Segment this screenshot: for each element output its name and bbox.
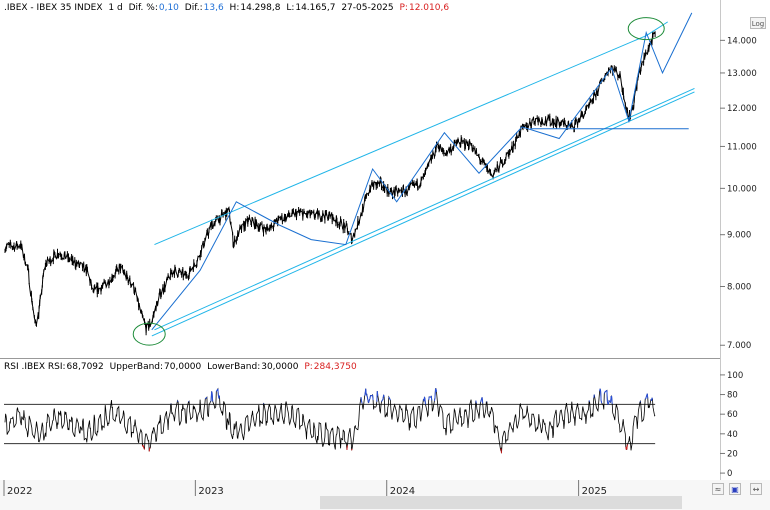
y-tick-label: 12.000 (727, 104, 757, 114)
date-label: 27-05-2025 (341, 3, 394, 13)
rsi-tick-label: 100 (727, 371, 743, 381)
dif-pct-value: 0,10 (158, 3, 179, 13)
upper-band-value: 70,0000 (164, 362, 202, 372)
scroll-thumb (320, 496, 682, 509)
y-tick-label: 7.000 (727, 341, 751, 351)
upper-channel-line (154, 35, 647, 246)
lower-band-value: 30,0000 (261, 362, 299, 372)
price-axis: 7.000 8.000 9.000 10.000 11.000 12.000 13.000 1… (720, 36, 757, 351)
trend-annotations (132, 12, 695, 346)
year-label: 2025 (582, 486, 607, 497)
rsi-p-label: P: (304, 362, 313, 372)
dif-value: 13,6 (203, 3, 224, 13)
y-tick-label: 13.000 (727, 69, 757, 79)
rsi-tick-label: 40 (727, 430, 738, 440)
price-header: .IBEX - IBEX 35 INDEX 1 d Dif. %:0,10 Di… (4, 3, 452, 13)
chart-canvas: 7.000 8.000 9.000 10.000 11.000 12.000 13.000 1… (0, 0, 770, 510)
p-label: P: (399, 3, 408, 13)
rsi-oversold-segments (141, 444, 628, 454)
dif-pct-label: Dif. %: (128, 3, 158, 13)
upper-band-label: UpperBand: (109, 362, 164, 372)
rsi-p-value: 284,3750 (313, 362, 357, 372)
y-tick-label: 8.000 (727, 283, 751, 293)
panel-frames (0, 0, 770, 510)
year-label: 2022 (7, 486, 32, 497)
log-scale-toggle[interactable]: Log (750, 17, 766, 29)
rsi-value: 68,7092 (66, 362, 104, 372)
rsi-tick-label: 20 (727, 449, 738, 459)
rsi-study-label: RSI .IBEX RSI: (4, 362, 66, 372)
year-label: 2024 (390, 486, 415, 497)
lower-band-label: LowerBand: (207, 362, 261, 372)
y-tick-label: 11.000 (727, 142, 757, 152)
price-plot (4, 30, 656, 336)
p-value: 12.010,6 (408, 3, 450, 13)
rsi-tick-label: 60 (727, 410, 738, 420)
wave-icon[interactable]: ≈ (712, 483, 724, 495)
rsi-header: RSI .IBEX RSI:68,7092 UpperBand:70,0000 … (4, 362, 360, 372)
top-marker-ellipse (627, 17, 665, 41)
interval-label: 1 d (108, 3, 123, 13)
low-label: L: (286, 3, 295, 13)
y-tick-label: 9.000 (727, 231, 751, 241)
year-label: 2023 (198, 486, 223, 497)
symbol-label: .IBEX - IBEX 35 INDEX (4, 3, 103, 13)
price-bars (4, 30, 656, 336)
high-label: H: (229, 3, 240, 13)
rsi-axis: 0 20 40 60 80 100 (4, 371, 743, 479)
dif-label: Dif.: (184, 3, 203, 13)
rsi-tick-label: 0 (727, 469, 732, 479)
wave-count-path (151, 12, 693, 331)
y-tick-label: 14.000 (727, 36, 757, 46)
high-value: 14.298,8 (240, 3, 281, 13)
rsi-overbought-segments (170, 388, 653, 405)
arrows-icon[interactable]: ↔ (750, 483, 762, 495)
lower-channel-line (154, 87, 695, 331)
disk-icon[interactable]: ▣ (729, 483, 741, 495)
rsi-tick-label: 80 (727, 391, 738, 401)
y-tick-label: 10.000 (727, 184, 757, 194)
low-value: 14.165,7 (295, 3, 336, 13)
